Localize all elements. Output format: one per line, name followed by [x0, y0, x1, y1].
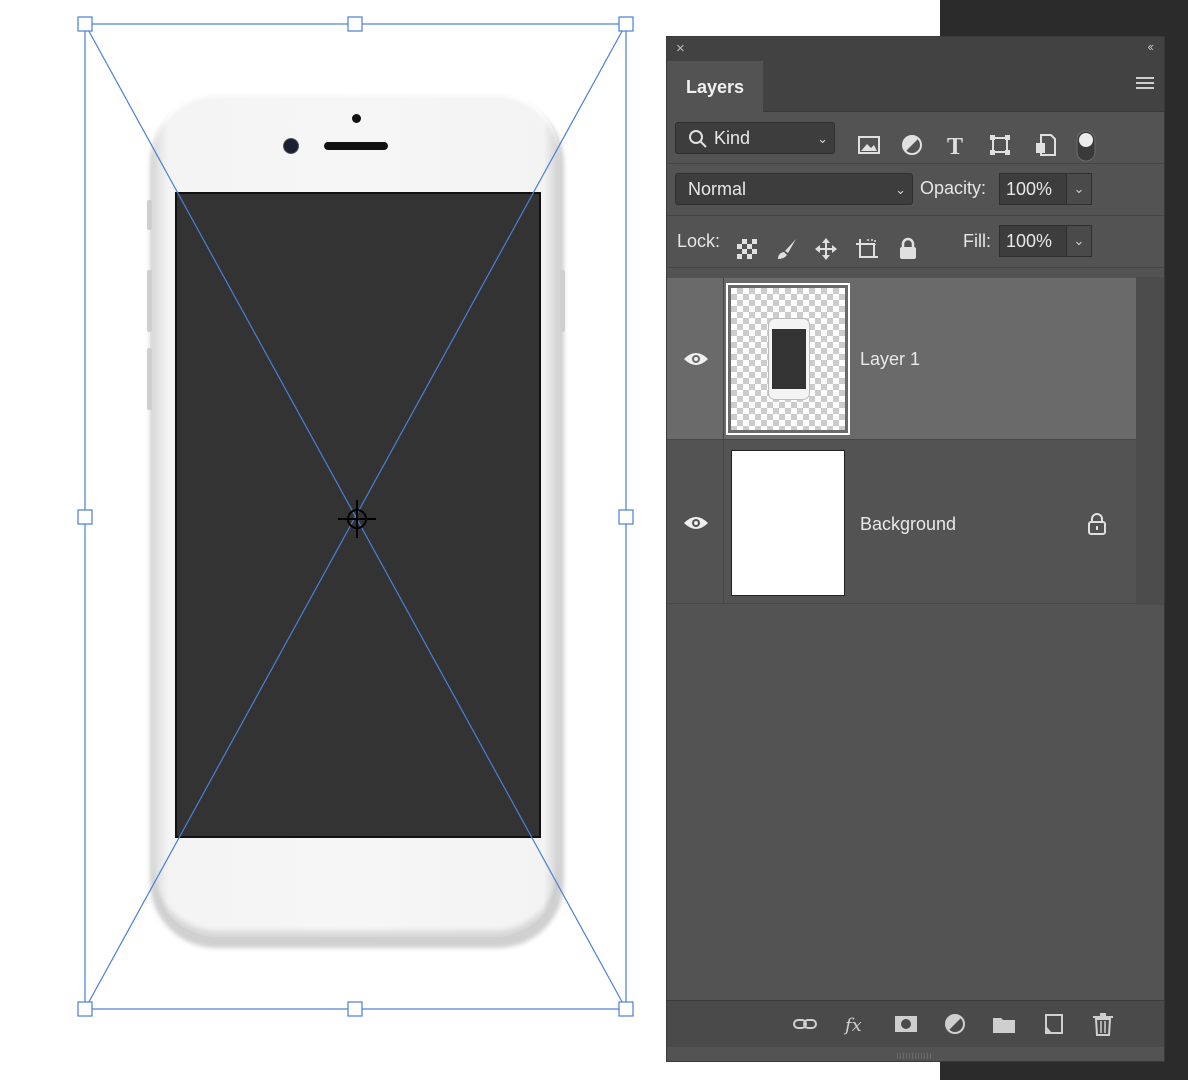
svg-text:fx: fx	[843, 1015, 862, 1036]
adjustment-icon[interactable]	[943, 1012, 967, 1036]
lock-transparent-icon[interactable]	[735, 237, 759, 261]
layer-1-thumbnail	[731, 288, 845, 430]
visibility-column-divider	[723, 440, 724, 603]
panel-tabbar: Layers	[667, 61, 1164, 112]
close-panel-button[interactable]: ×	[676, 40, 685, 58]
transform-handle-bottom	[347, 1001, 363, 1017]
blend-mode-select[interactable]: Normal ⌄	[675, 173, 913, 205]
collapse-panel-button[interactable]: ‹‹	[1147, 39, 1154, 54]
visibility-column-divider	[723, 278, 724, 439]
transform-handle-bottom-right	[618, 1001, 634, 1017]
layer-name[interactable]: Background	[860, 514, 956, 535]
adjustment-filter-icon[interactable]	[900, 133, 924, 157]
opacity-dropdown-button[interactable]: ⌄	[1066, 173, 1092, 205]
fill-dropdown-button[interactable]: ⌄	[1066, 225, 1092, 257]
link-icon[interactable]	[793, 1012, 817, 1036]
new-layer-icon[interactable]	[1042, 1012, 1066, 1036]
search-icon	[689, 130, 707, 148]
transform-handle-bottom-left	[77, 1001, 93, 1017]
blend-mode-value: Normal	[688, 179, 747, 199]
transform-handle-top-left	[77, 16, 93, 32]
panel-menu-icon[interactable]	[1136, 77, 1154, 91]
lock-label: Lock:	[677, 231, 721, 251]
eye-icon[interactable]	[683, 514, 709, 532]
layer-row-layer-1[interactable]: Layer 1	[667, 278, 1137, 440]
blend-row: Normal ⌄ Opacity: 100% ⌄	[667, 164, 1164, 216]
layer-row-background[interactable]: Background	[667, 440, 1137, 604]
smart-object-filter-icon[interactable]	[1033, 133, 1057, 157]
type-filter-icon[interactable]: T	[944, 133, 968, 157]
transform-handle-top-right	[618, 16, 634, 32]
fill-input[interactable]: 100%	[999, 225, 1067, 257]
tab-layers[interactable]: Layers	[667, 61, 763, 112]
panel-resize-grip[interactable]	[897, 1053, 933, 1059]
layers-scrollbar[interactable]	[1136, 277, 1164, 605]
eye-icon[interactable]	[683, 350, 709, 368]
chevron-down-icon: ⌄	[895, 182, 906, 197]
fx-icon[interactable]: fx	[843, 1012, 867, 1036]
background-thumbnail	[731, 450, 845, 596]
lock-artboard-icon[interactable]	[855, 237, 879, 261]
panel-header: × ‹‹	[667, 37, 1164, 61]
lock-icon	[1088, 513, 1106, 535]
thumbnail-phone	[768, 318, 810, 400]
layers-bottom-bar: fx	[667, 1000, 1164, 1047]
shape-filter-icon[interactable]	[988, 133, 1012, 157]
folder-icon[interactable]	[992, 1012, 1016, 1036]
filter-kind-select[interactable]: Kind ⌄	[675, 122, 835, 154]
image-filter-icon[interactable]	[857, 133, 881, 157]
lock-image-icon[interactable]	[775, 237, 799, 261]
opacity-label: Opacity:	[920, 178, 987, 198]
layer-1-thumbnail-frame	[726, 283, 850, 435]
transform-handle-left	[77, 509, 93, 525]
transform-handle-right	[618, 509, 634, 525]
mask-icon[interactable]	[894, 1012, 918, 1036]
reference-point-icon	[338, 500, 376, 538]
chevron-down-icon: ⌄	[817, 131, 828, 146]
svg-text:T: T	[947, 134, 963, 157]
opacity-input[interactable]: 100%	[999, 173, 1067, 205]
lock-position-icon[interactable]	[814, 237, 838, 261]
lock-all-icon[interactable]	[896, 237, 920, 261]
layers-panel: × ‹‹ Layers Kind ⌄ T Normal ⌄ Opacity: 1…	[666, 36, 1165, 1062]
transform-handle-top	[347, 16, 363, 32]
trash-icon[interactable]	[1091, 1012, 1115, 1036]
fill-label: Fill:	[963, 231, 991, 251]
filter-kind-label: Kind	[714, 128, 751, 148]
layer-name[interactable]: Layer 1	[860, 349, 920, 370]
filter-toggle-icon[interactable]	[1075, 129, 1097, 163]
